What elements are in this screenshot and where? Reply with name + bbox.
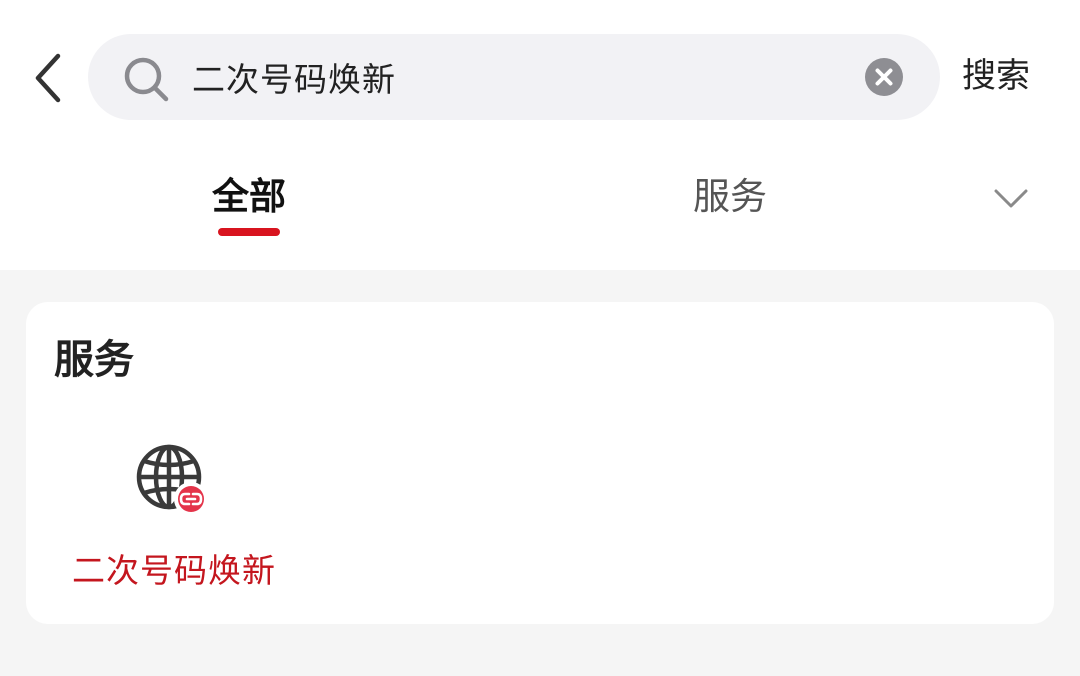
search-header: 搜索 (0, 0, 1080, 150)
globe-link-icon (136, 444, 208, 516)
search-icon (124, 57, 169, 102)
search-results-page: 搜索 全部 服务 服务 (0, 0, 1080, 676)
search-button[interactable]: 搜索 (962, 50, 1052, 102)
search-input[interactable] (192, 34, 842, 120)
expand-tabs-button[interactable] (988, 182, 1034, 216)
clear-search-button[interactable] (864, 57, 904, 97)
section-title: 服务 (54, 337, 134, 383)
service-label: 二次号码焕新 (72, 551, 276, 590)
tab-services[interactable]: 服务 (670, 172, 790, 242)
result-tabs: 全部 服务 (0, 150, 1080, 270)
clear-circle-icon (865, 58, 903, 96)
chevron-down-icon (994, 189, 1028, 208)
service-item[interactable]: 二次号码焕新 (56, 442, 292, 612)
services-card: 服务 二次号码焕新 (26, 302, 1054, 624)
search-box[interactable] (88, 34, 940, 120)
tab-all-label: 全部 (212, 175, 286, 218)
back-button[interactable] (24, 46, 80, 110)
chevron-left-icon (35, 53, 61, 103)
tab-services-label: 服务 (693, 175, 767, 218)
tab-all[interactable]: 全部 (190, 172, 308, 242)
active-tab-indicator (218, 228, 280, 236)
results-area: 服务 二次号码焕新 (0, 270, 1080, 676)
